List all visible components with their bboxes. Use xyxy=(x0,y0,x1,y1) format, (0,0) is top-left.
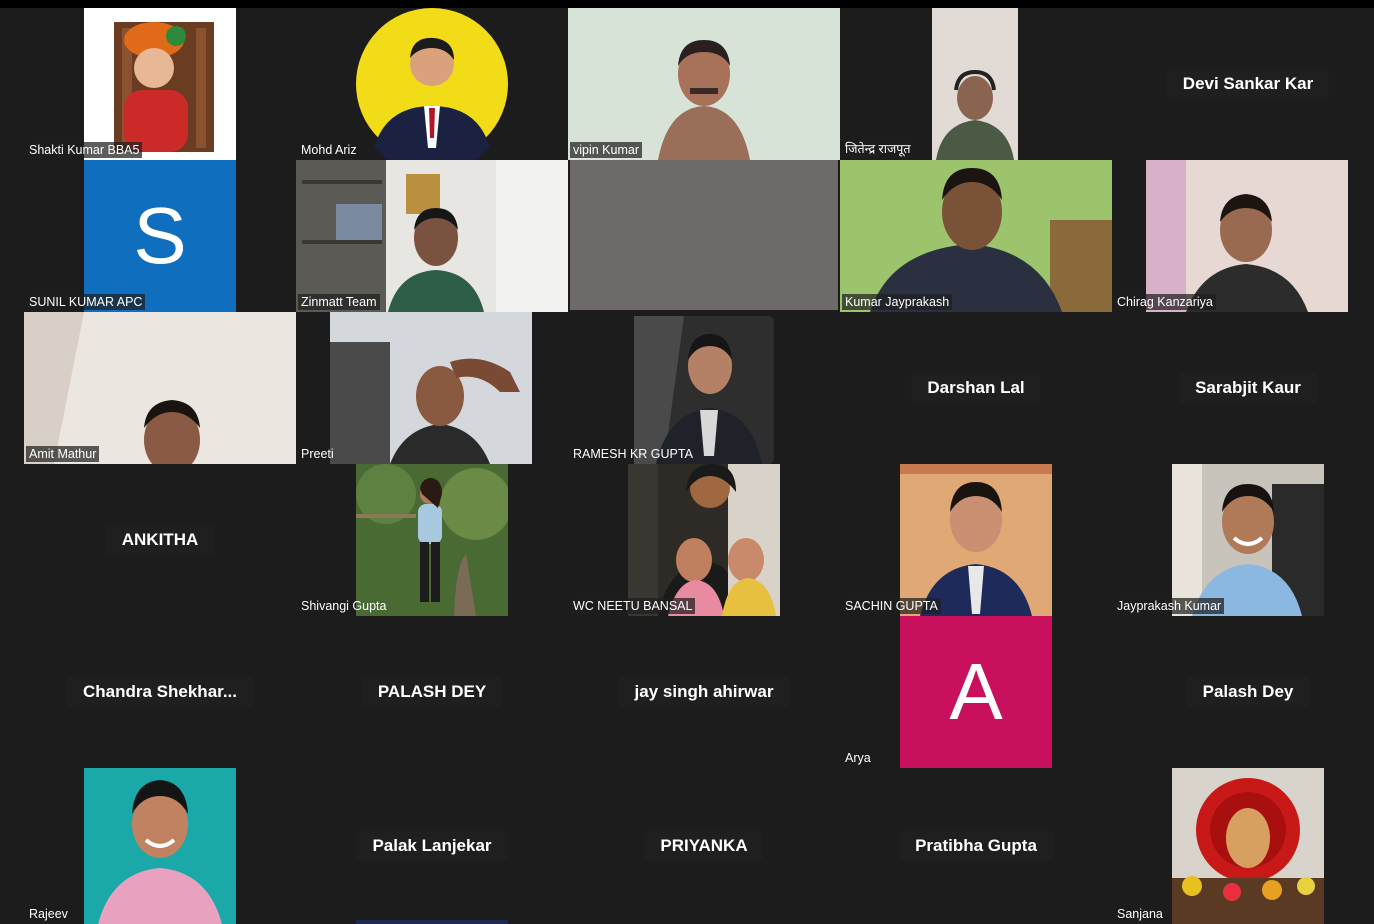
participant-name: Preeti xyxy=(301,447,334,461)
participant-tile[interactable]: Shivangi Gupta xyxy=(296,464,568,616)
participant-video xyxy=(24,312,296,464)
participant-name: jay singh ahirwar xyxy=(618,677,790,707)
participant-tile[interactable]: Preeti xyxy=(296,312,568,464)
participant-photo xyxy=(628,464,780,616)
participant-tile[interactable]: Rajeev xyxy=(24,768,296,924)
participant-tile[interactable]: WC NEETU BANSAL xyxy=(568,464,840,616)
participant-name: ANKITHA xyxy=(105,525,215,555)
next-tile-edge xyxy=(356,920,508,924)
participant-name: Sanjana xyxy=(1117,907,1163,921)
participant-tile[interactable]: vipin Kumar xyxy=(568,8,840,160)
participant-tile[interactable]: jay singh ahirwar xyxy=(568,616,840,768)
participant-tile[interactable]: Zinmatt Team xyxy=(296,160,568,312)
participant-tile[interactable]: A Arya xyxy=(840,616,1112,768)
participant-tile[interactable]: Sarabjit Kaur xyxy=(1112,312,1374,464)
participant-video xyxy=(568,8,840,160)
participant-name: Shakti Kumar BBA5 xyxy=(26,142,143,158)
participant-photo xyxy=(1172,464,1324,616)
participant-name: Jayprakash Kumar xyxy=(1114,598,1225,614)
participant-tile[interactable]: Palash Dey xyxy=(1112,616,1374,768)
participant-name: Zinmatt Team xyxy=(298,294,380,310)
participant-avatar: S xyxy=(84,160,236,312)
participant-photo xyxy=(1172,768,1324,924)
participant-video xyxy=(932,8,1018,160)
participant-name: RAMESH KR GUPTA xyxy=(573,447,693,461)
participant-name: Amit Mathur xyxy=(26,446,100,462)
participant-name: SACHIN GUPTA xyxy=(842,598,941,614)
participant-tile[interactable]: Darshan Lal xyxy=(840,312,1112,464)
participant-name: Darshan Lal xyxy=(911,373,1041,403)
participant-name: Arya xyxy=(845,751,871,765)
participant-video xyxy=(840,160,1112,312)
participant-tile[interactable]: Kumar Jayprakash xyxy=(840,160,1112,312)
window-top-bar xyxy=(0,0,1374,8)
participant-name: Rajeev xyxy=(29,907,68,921)
participant-tile[interactable]: SACHIN GUPTA xyxy=(840,464,1112,616)
participant-video xyxy=(330,312,532,464)
participant-photo xyxy=(356,464,508,616)
participant-tile[interactable]: S SUNIL KUMAR APC xyxy=(24,160,296,312)
participant-tile[interactable]: PRIYANKA xyxy=(568,768,840,924)
participant-photo xyxy=(634,316,774,464)
participant-avatar: A xyxy=(900,616,1052,768)
participant-tile[interactable]: Jayprakash Kumar xyxy=(1112,464,1374,616)
participant-tile[interactable]: RAMESH KR GUPTA xyxy=(568,312,840,464)
participant-video xyxy=(1146,160,1348,312)
participant-name: Palak Lanjekar xyxy=(356,831,508,861)
participant-name: Chirag Kanzariya xyxy=(1114,294,1216,310)
participant-video xyxy=(570,160,838,310)
participant-photo xyxy=(84,8,236,160)
participant-name: WC NEETU BANSAL xyxy=(570,598,696,614)
participant-tile[interactable]: Sanjana xyxy=(1112,768,1374,924)
avatar-initial: S xyxy=(133,191,187,280)
participant-tile[interactable]: Amit Mathur xyxy=(24,312,296,464)
participant-tile[interactable] xyxy=(568,160,840,312)
avatar-initial: A xyxy=(949,647,1003,736)
participant-name: Kumar Jayprakash xyxy=(842,294,953,310)
participant-name: Palash Dey xyxy=(1186,677,1310,707)
participant-name: जितेन्द्र राजपूत xyxy=(842,139,914,158)
participant-name: PRIYANKA xyxy=(644,831,764,861)
participant-tile[interactable]: Palak Lanjekar xyxy=(296,768,568,924)
participant-name: Chandra Shekhar... xyxy=(67,677,253,707)
participant-video xyxy=(296,160,568,312)
participant-photo xyxy=(356,8,508,160)
participant-tile[interactable]: Chirag Kanzariya xyxy=(1112,160,1374,312)
participant-name: Mohd Ariz xyxy=(301,143,357,157)
participant-tile[interactable]: Devi Sankar Kar xyxy=(1112,8,1374,160)
participant-tile[interactable]: जितेन्द्र राजपूत xyxy=(840,8,1112,160)
participant-tile[interactable]: Shakti Kumar BBA5 xyxy=(24,8,296,160)
participant-name: Devi Sankar Kar xyxy=(1166,69,1330,99)
participant-photo xyxy=(900,464,1052,616)
participant-name: Shivangi Gupta xyxy=(301,599,387,613)
participant-name: SUNIL KUMAR APC xyxy=(26,294,146,310)
participant-tile[interactable]: Chandra Shekhar... xyxy=(24,616,296,768)
participant-name: Sarabjit Kaur xyxy=(1179,373,1317,403)
participant-tile[interactable]: PALASH DEY xyxy=(296,616,568,768)
participant-tile[interactable]: Pratibha Gupta xyxy=(840,768,1112,924)
gallery-grid: Shakti Kumar BBA5 Mohd Ariz vipin Kumar … xyxy=(24,8,1374,924)
participant-name: PALASH DEY xyxy=(361,677,503,707)
participant-tile[interactable]: ANKITHA xyxy=(24,464,296,616)
participant-name: vipin Kumar xyxy=(570,142,642,158)
participant-tile[interactable]: Mohd Ariz xyxy=(296,8,568,160)
participant-name: Pratibha Gupta xyxy=(899,831,1053,861)
participant-photo xyxy=(84,768,236,924)
